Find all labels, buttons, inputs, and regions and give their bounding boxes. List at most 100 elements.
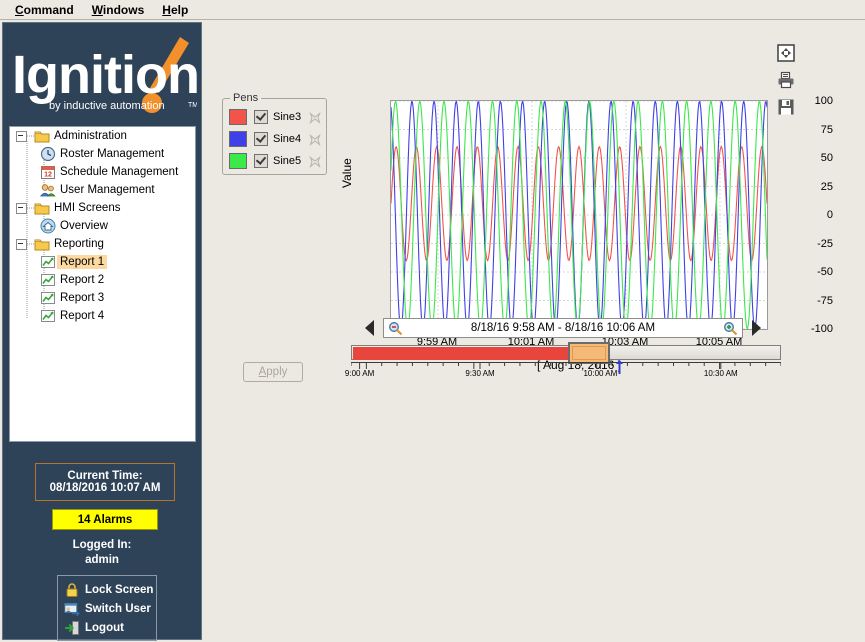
timeline-track[interactable] [351,345,781,360]
tree-expander[interactable] [16,239,27,250]
remove-pen-icon[interactable] [309,155,321,167]
action-label: Logout [85,622,124,634]
tree-item-label: HMI Screens [51,201,123,215]
menu-item-windows-label: indows [103,3,144,17]
logged-in-user: admin [3,553,201,568]
remove-pen-icon[interactable] [309,111,321,123]
tree-item-schedule-management[interactable]: 12Schedule Management [10,163,195,181]
apply-button[interactable]: Apply [243,362,303,382]
y-tick-label: -75 [785,295,833,307]
timeline-selection-thumb[interactable] [568,342,610,364]
clock-icon [40,146,57,162]
report-content: Pens Sine3Sine4Sine5 [203,22,865,642]
action-label: Switch User [85,603,151,615]
y-tick-label: 25 [785,181,833,193]
tree-expander[interactable] [16,131,27,142]
tree-item-administration[interactable]: Administration [10,127,195,145]
chart-icon [40,254,57,270]
navigation-tree[interactable]: Administration Roster Management 12Schedul… [9,126,196,442]
chart-icon [40,272,57,288]
navigation-panel: Ignition by inductive automation TM [2,22,202,640]
tree-item-report-4[interactable]: Report 4 [10,307,195,325]
zoom-out-icon[interactable] [388,321,403,336]
y-tick-label: -50 [785,266,833,278]
trend-chart: Value 1007550250-25-50-75-100 9:59 AM10:… [333,100,833,310]
pen-name-label: Sine5 [273,155,309,167]
logged-in-label: Logged In: [3,538,201,553]
alarms-button[interactable]: 14 Alarms [52,509,158,530]
pen-row: Sine4 [229,130,321,148]
y-axis-title: Value [340,158,354,188]
tree-item-label: Overview [57,219,111,233]
tree-item-label: Report 1 [57,255,107,269]
action-label: Lock Screen [85,584,153,596]
tree-item-overview[interactable]: Overview [10,217,195,235]
remove-pen-icon[interactable] [309,133,321,145]
apply-button-label: pply [266,366,287,378]
pen-color-swatch[interactable] [229,153,247,169]
current-time-box: Current Time: 08/18/2016 10:07 AM [35,463,175,501]
tree-item-report-1[interactable]: Report 1 [10,253,195,271]
timeline-tick-label: 10:00 AM [583,369,617,378]
y-tick-label: -25 [785,238,833,250]
next-arrow-icon[interactable] [749,318,763,338]
timeline-tick-label: 9:00 AM [345,369,374,378]
y-tick-label: 75 [785,124,833,136]
now-marker-icon [615,360,624,374]
tree-item-label: User Management [57,183,158,197]
pens-legend: Pens Sine3Sine4Sine5 [222,98,327,175]
session-actions: Lock Screen Switch User Logout [57,575,157,641]
pen-color-swatch[interactable] [229,131,247,147]
range-display-field[interactable]: 8/18/16 9:58 AM - 8/18/16 10:06 AM [383,318,743,338]
pen-color-swatch[interactable] [229,109,247,125]
timeline-scrubber[interactable]: 9:00 AM9:30 AM10:00 AM10:30 AM [351,345,781,381]
current-time-value: 08/18/2016 10:07 AM [50,482,161,494]
pen-visibility-checkbox[interactable] [254,110,268,124]
tree-expander[interactable] [16,203,27,214]
pen-visibility-checkbox[interactable] [254,132,268,146]
tree-item-user-management[interactable]: User Management [10,181,195,199]
svg-text:by inductive automation: by inductive automation [49,100,165,112]
y-tick-label: 0 [785,209,833,221]
tree-item-label: Roster Management [57,147,167,161]
current-time-label: Current Time: [67,470,142,482]
menu-item-help-label: elp [171,3,188,17]
menu-item-windows[interactable]: Windows [83,2,154,18]
timeline-loaded-range [353,347,576,360]
tree-item-label: Report 4 [57,309,107,323]
menu-item-help[interactable]: Help [153,2,197,18]
menu-item-command[interactable]: Command [6,2,83,18]
fullscreen-icon[interactable] [777,44,795,62]
action-lock-screen[interactable]: Lock Screen [64,580,156,599]
prev-arrow-icon[interactable] [363,318,377,338]
tree-item-reporting[interactable]: Reporting [10,235,195,253]
tree-item-hmi-screens[interactable]: HMI Screens [10,199,195,217]
timeline-tick-label: 10:30 AM [704,369,738,378]
action-switch-user[interactable]: Switch User [64,599,156,618]
svg-text:Ignition: Ignition [12,45,197,105]
tree-item-label: Administration [51,129,130,143]
range-text: 8/18/16 9:58 AM - 8/18/16 10:06 AM [471,322,655,334]
action-logout[interactable]: Logout [64,618,156,637]
chart-icon [40,308,57,324]
padlock-icon [64,582,80,598]
pen-name-label: Sine3 [273,111,309,123]
pen-row: Sine3 [229,108,321,126]
tree-item-report-2[interactable]: Report 2 [10,271,195,289]
calendar-icon: 12 [40,164,57,180]
tree-item-label: Report 2 [57,273,107,287]
brand-logo: Ignition by inductive automation TM [3,23,201,123]
folder-icon [34,128,51,144]
zoom-in-icon[interactable] [723,321,738,336]
timeline-tick-label: 9:30 AM [465,369,494,378]
y-tick-label: 100 [785,95,833,107]
application-window: Command Windows Help Ignition by inducti… [0,0,865,642]
logout-icon [64,620,80,636]
logged-in-info: Logged In: admin [3,538,201,568]
pen-visibility-checkbox[interactable] [254,154,268,168]
tree-item-report-3[interactable]: Report 3 [10,289,195,307]
print-icon[interactable] [777,71,795,89]
tree-item-roster-management[interactable]: Roster Management [10,145,195,163]
chart-plot-area[interactable] [390,100,768,330]
folder-icon [34,236,51,252]
